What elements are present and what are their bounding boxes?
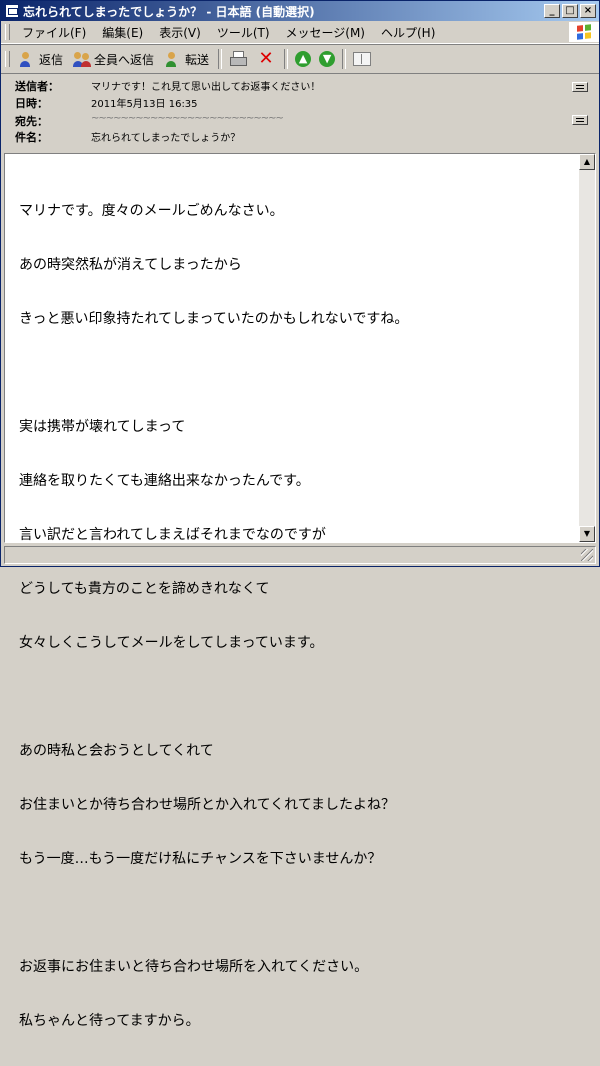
resize-grip[interactable] — [581, 549, 593, 561]
message-text: マリナです。度々のメールごめんなさい。 あの時突然私が消えてしまったから きっと… — [19, 166, 574, 1066]
minimize-button[interactable]: _ — [544, 4, 560, 18]
next-button[interactable]: ▼ — [315, 47, 339, 71]
subject-label: 件名： — [15, 131, 48, 144]
reply-label: 返信 — [39, 52, 64, 67]
scroll-up-button[interactable]: ▲ — [579, 154, 595, 170]
body-line: 言い訳だと言われてしまえばそれまでなのですが — [19, 527, 326, 543]
previous-button[interactable]: ▲ — [291, 47, 315, 71]
vertical-scrollbar[interactable]: ▲ ▼ — [579, 154, 595, 542]
body-line: お返事にお住まいと待ち合わせ場所を入れてください。 — [19, 959, 369, 975]
window-title: 忘れられてしまったでしょうか？ - 日本語 (自動選択) — [23, 4, 315, 19]
to-expand-button[interactable] — [572, 115, 588, 125]
reply-icon — [18, 51, 36, 67]
delete-button[interactable]: ✕ — [253, 47, 281, 71]
body-line: きっと悪い印象持たれてしまっていたのかもしれないですね。 — [19, 311, 409, 327]
forward-label: 転送 — [185, 52, 210, 67]
body-line: あの時私と会おうとしてくれて — [19, 743, 214, 759]
reply-all-label: 全員へ返信 — [94, 52, 155, 67]
close-button[interactable]: × — [580, 4, 596, 18]
toolbar-separator — [284, 49, 289, 69]
menu-tools[interactable]: ツール(T) — [209, 24, 278, 41]
reply-button[interactable]: 返信 — [14, 47, 69, 71]
body-line — [19, 364, 574, 382]
body-line: どうしても貴方のことを諦めきれなくて — [19, 581, 270, 597]
up-arrow-icon: ▲ — [295, 51, 312, 67]
body-line: お住まいとか待ち合わせ場所とか入れてくれてましたよね？ — [19, 797, 396, 813]
toolbar-separator — [342, 49, 347, 69]
menu-grip — [5, 24, 10, 40]
status-bar — [4, 546, 596, 564]
toolbar-grip — [5, 51, 10, 67]
printer-icon — [229, 51, 248, 67]
reply-all-icon — [73, 51, 92, 67]
body-line: 私ちゃんと待ってますから。 — [19, 1013, 200, 1029]
down-arrow-icon: ▼ — [319, 51, 336, 67]
windows-logo-icon — [569, 22, 599, 42]
title-bar[interactable]: 忘れられてしまったでしょうか？ - 日本語 (自動選択) _ □ × — [1, 1, 599, 21]
menu-message[interactable]: メッセージ(M) — [278, 24, 373, 41]
date-value: 2011年5月13日 16:35 — [91, 99, 198, 110]
reply-all-button[interactable]: 全員へ返信 — [69, 47, 160, 71]
toolbar: 返信 全員へ返信 転送 ✕ ▲ ▼ — [1, 45, 599, 74]
to-label: 宛先： — [15, 115, 48, 128]
address-book-icon — [353, 52, 372, 66]
from-label: 送信者： — [15, 80, 59, 93]
body-line: もう一度…もう一度だけ私にチャンスを下さいませんか？ — [19, 851, 382, 867]
body-line: マリナです。度々のメールごめんなさい。 — [19, 203, 284, 219]
email-window: 忘れられてしまったでしょうか？ - 日本語 (自動選択) _ □ × ファイル(… — [0, 0, 600, 1029]
maximize-button[interactable]: □ — [562, 4, 578, 18]
address-book-button[interactable] — [349, 47, 377, 71]
body-line: あの時突然私が消えてしまったから — [19, 257, 242, 273]
body-line: 実は携帯が壊れてしまって — [19, 419, 186, 435]
message-body[interactable]: マリナです。度々のメールごめんなさい。 あの時突然私が消えてしまったから きっと… — [4, 153, 596, 1029]
toolbar-separator — [218, 49, 223, 69]
print-button[interactable] — [225, 47, 253, 71]
forward-button[interactable]: 転送 — [160, 47, 215, 71]
menu-edit[interactable]: 編集(E) — [94, 24, 151, 41]
mail-icon — [5, 4, 19, 18]
scroll-down-button[interactable]: ▼ — [579, 526, 595, 542]
forward-icon — [164, 51, 182, 67]
subject-value: 忘れられてしまったでしょうか？ — [91, 133, 241, 144]
from-expand-button[interactable] — [572, 82, 588, 92]
date-label: 日時： — [15, 97, 48, 110]
body-line — [19, 904, 574, 922]
message-header: 送信者： マリナです！これ見て思い出してお返事ください！ 日時： 2011年5月… — [1, 74, 599, 152]
from-value: マリナです！これ見て思い出してお返事ください！ — [91, 82, 321, 93]
body-line — [19, 688, 574, 706]
menu-bar: ファイル(F) 編集(E) 表示(V) ツール(T) メッセージ(M) ヘルプ(… — [1, 21, 599, 44]
menu-view[interactable]: 表示(V) — [151, 24, 209, 41]
delete-icon: ✕ — [258, 48, 274, 69]
menu-help[interactable]: ヘルプ(H) — [373, 24, 443, 41]
body-line: 連絡を取りたくても連絡出来なかったんです。 — [19, 473, 310, 489]
body-line: 女々しくこうしてメールをしてしまっています。 — [19, 635, 324, 651]
menu-file[interactable]: ファイル(F) — [14, 24, 94, 41]
to-value: ~~~~~~~~~~~~~~~~~~~~~~~~~~ — [91, 113, 284, 124]
